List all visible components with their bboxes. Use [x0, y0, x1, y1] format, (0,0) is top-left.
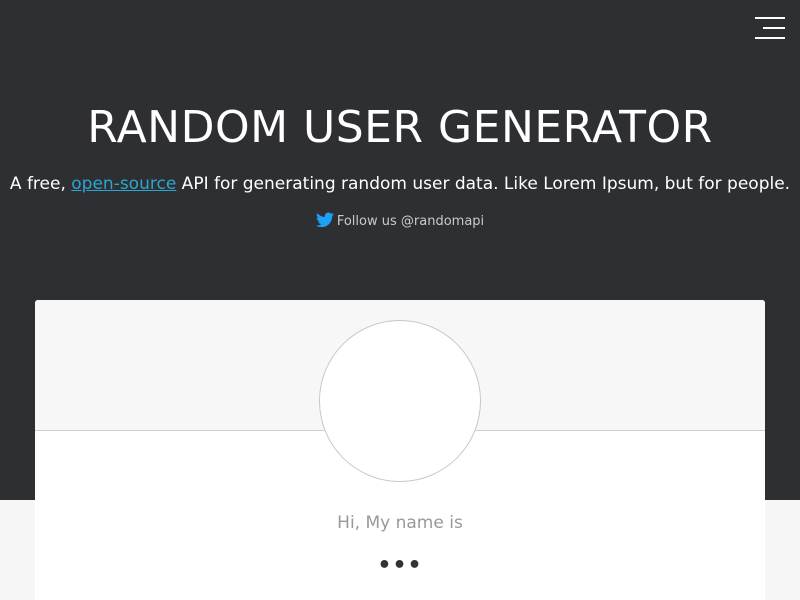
user-info-title: Hi, My name is — [337, 513, 463, 533]
page-title: RANDOM USER GENERATOR — [87, 102, 713, 153]
menu-line — [755, 17, 785, 19]
tagline: A free, open-source API for generating r… — [0, 172, 800, 196]
tagline-suffix: API for generating random user data. Lik… — [176, 174, 791, 194]
follow-text: Follow us @randomapi — [336, 214, 485, 229]
tagline-prefix: A free, — [9, 174, 72, 194]
twitter-icon — [315, 212, 334, 228]
menu-line — [755, 37, 785, 39]
user-info-value: ••• — [377, 553, 423, 578]
menu-line — [763, 27, 785, 29]
open-source-link[interactable]: open-source — [71, 174, 176, 194]
follow-us-link[interactable]: Follow us @randomapi — [0, 212, 800, 232]
user-avatar — [319, 320, 481, 482]
hamburger-menu-icon[interactable] — [753, 15, 787, 43]
user-card: Hi, My name is ••• — [35, 300, 765, 600]
